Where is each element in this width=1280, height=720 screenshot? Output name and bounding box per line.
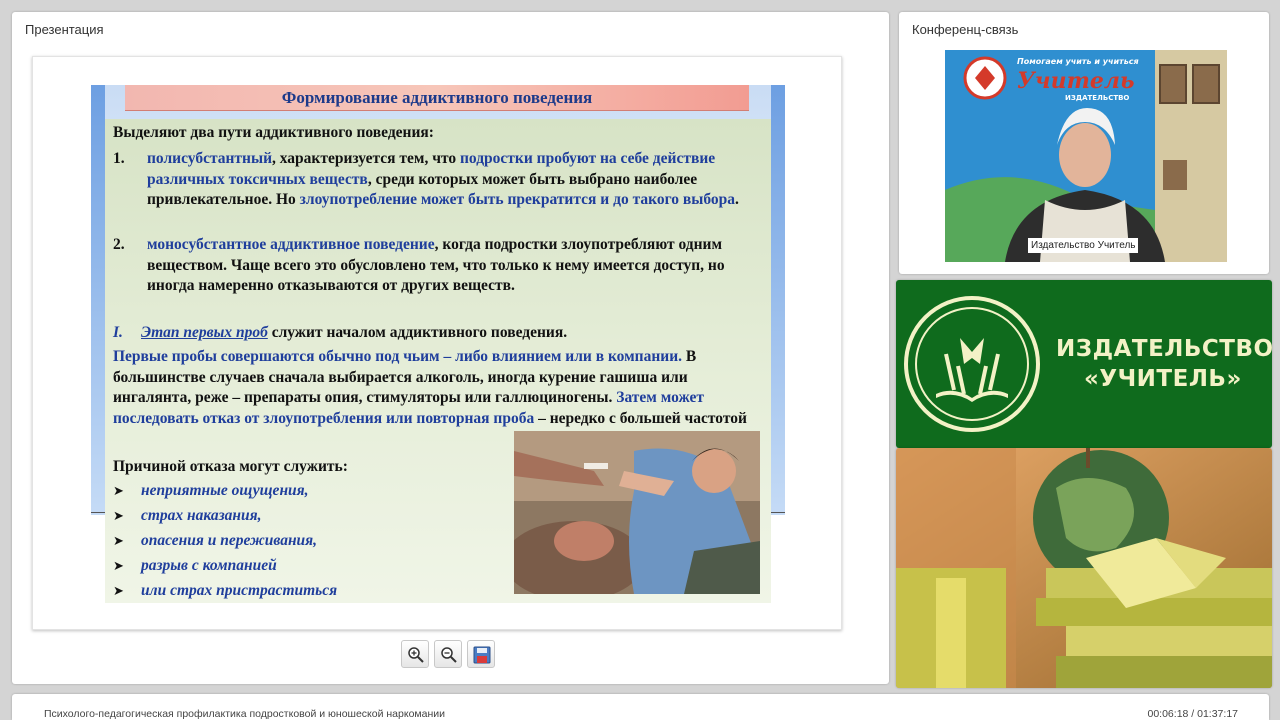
presentation-panel-title: Презентация (25, 22, 104, 37)
zoom-out-button[interactable] (434, 640, 462, 668)
slide: Формирование аддиктивного поведения Выде… (91, 85, 785, 605)
first-trials-paragraph: Первые пробы совершаются обычно под чьим… (113, 348, 747, 427)
banner-sub-text: ИЗДАТЕЛЬСТВО (1065, 94, 1129, 102)
bullet-item: ➤ разрыв с компанией (113, 556, 277, 578)
slide-title: Формирование аддиктивного поведения (281, 88, 593, 107)
presentation-panel: Презентация Формирование аддиктивного по… (12, 12, 889, 684)
brand-line-1: ИЗДАТЕЛЬСТВО (1056, 336, 1274, 362)
slide-intro: Выделяют два пути аддиктивного поведения… (113, 124, 434, 141)
zoom-in-icon (408, 647, 424, 663)
arrow-bullet-icon: ➤ (113, 483, 124, 498)
item2-text: моносубстантное аддиктивное поведение, к… (147, 236, 725, 295)
arrow-bullet-icon: ➤ (113, 533, 124, 548)
bullet-item: ➤ неприятные ощущения, (113, 481, 309, 503)
zoom-out-icon (441, 647, 457, 663)
footer-bar: Психолого-педагогическая профилактика по… (12, 694, 1269, 720)
publisher-logo-icon (904, 296, 1040, 432)
save-button[interactable] (467, 640, 495, 668)
item1-text: полисубстантный, характеризуется тем, чт… (147, 150, 739, 209)
arrow-bullet-icon: ➤ (113, 508, 124, 523)
arrow-bullet-icon: ➤ (113, 583, 124, 598)
books-globe-image (896, 448, 1272, 688)
arrow-bullet-icon: ➤ (113, 558, 124, 573)
conference-panel-title: Конференц-связь (912, 22, 1019, 37)
course-title: Психолого-педагогическая профилактика по… (44, 708, 445, 720)
banner-top-text: Помогаем учить и учиться (1017, 57, 1139, 66)
stage-text: Этап первых проб служит началом аддиктив… (141, 324, 568, 341)
floppy-disk-icon (473, 646, 491, 664)
participant-name-label: Издательство Учитель (1028, 238, 1139, 253)
stage-number: I. (113, 324, 123, 341)
bullet-item: ➤ или страх пристраститься (113, 581, 337, 603)
video-feed[interactable]: Помогаем учить и учиться Учитель ИЗДАТЕЛ… (945, 50, 1227, 262)
item1-number: 1. (113, 150, 125, 167)
brand-line-2: «УЧИТЕЛЬ» (1084, 366, 1242, 392)
zoom-in-button[interactable] (401, 640, 429, 668)
conference-panel: Конференц-связь Помогаем учить и учиться… (899, 12, 1269, 274)
banner-brand-text: Учитель (1017, 68, 1134, 94)
bullet-item: ➤ опасения и переживания, (113, 531, 317, 553)
slide-photo (514, 431, 760, 594)
bullet-item: ➤ страх наказания, (113, 506, 262, 528)
slide-viewer[interactable]: Формирование аддиктивного поведения Выде… (32, 56, 842, 630)
publisher-brand-banner: ИЗДАТЕЛЬСТВО «УЧИТЕЛЬ» (896, 280, 1274, 448)
item2-number: 2. (113, 236, 125, 253)
playback-time: 00:06:18 / 01:37:17 (1147, 708, 1239, 720)
